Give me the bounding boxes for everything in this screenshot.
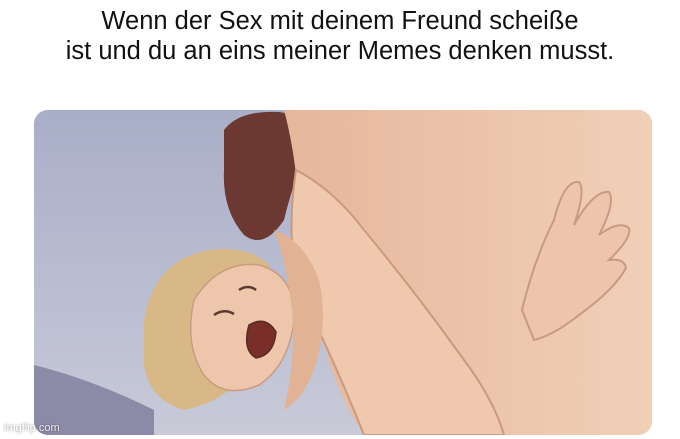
meme-image xyxy=(34,110,652,435)
caption-line-1: Wenn der Sex mit deinem Freund scheiße xyxy=(101,7,579,35)
illustration xyxy=(34,110,652,435)
caption-line-2: ist und du an eins meiner Memes denken m… xyxy=(65,37,615,65)
imgflip-watermark: imgflip.com xyxy=(4,422,60,434)
meme-caption: Wenn der Sex mit deinem Freund scheiße i… xyxy=(0,6,680,66)
meme-canvas: Wenn der Sex mit deinem Freund scheiße i… xyxy=(0,0,680,439)
